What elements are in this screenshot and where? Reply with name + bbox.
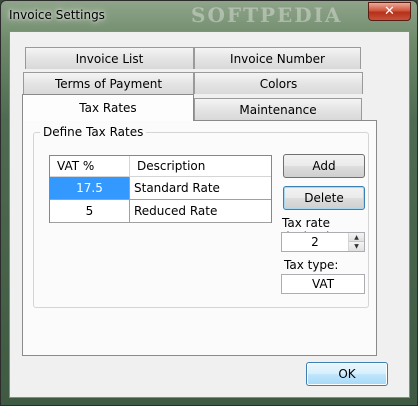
title-bar[interactable]: Invoice Settings SOFTPEDIA ✕ — [1, 1, 417, 31]
add-button-label: Add — [312, 159, 336, 173]
tab-maintenance[interactable]: Maintenance — [194, 98, 362, 120]
table-row[interactable]: 17.5 Standard Rate — [50, 177, 271, 200]
tab-label: Terms of Payment — [54, 77, 163, 91]
table-row[interactable]: 5 Reduced Rate — [50, 200, 271, 223]
column-header-description[interactable]: Description — [130, 156, 271, 177]
tab-label: Colors — [259, 77, 298, 91]
tab-colors[interactable]: Colors — [194, 72, 363, 94]
close-icon: ✕ — [384, 4, 395, 19]
vat-cell[interactable]: 17.5 — [50, 177, 130, 199]
table-header: VAT % Description — [50, 156, 271, 177]
add-button[interactable]: Add — [283, 154, 365, 178]
ok-button[interactable]: OK — [306, 362, 388, 386]
description-cell[interactable]: Standard Rate — [134, 177, 270, 199]
tax-rate-decimals-spinner[interactable]: 2 ▲ ▼ — [281, 232, 365, 252]
spinner-buttons: ▲ ▼ — [348, 233, 364, 251]
delete-button-label: Delete — [304, 191, 344, 205]
tab-invoice-number[interactable]: Invoice Number — [194, 47, 361, 69]
column-header-vat[interactable]: VAT % — [50, 156, 130, 177]
define-tax-rates-group: Define Tax Rates VAT % Description 17.5 … — [33, 125, 369, 308]
ok-button-label: OK — [338, 367, 356, 381]
invoice-settings-window: Invoice Settings SOFTPEDIA ✕ Invoice Lis… — [0, 0, 418, 406]
watermark: SOFTPEDIA — [191, 3, 343, 27]
tab-invoice-list[interactable]: Invoice List — [25, 47, 194, 69]
tax-rates-panel: Define Tax Rates VAT % Description 17.5 … — [22, 120, 377, 356]
dialog-client-area: Invoice List Invoice Number Terms of Pay… — [9, 31, 410, 398]
vat-cell[interactable]: 5 — [50, 200, 130, 222]
tax-rates-table[interactable]: VAT % Description 17.5 Standard Rate 5 R… — [49, 155, 272, 223]
tab-label: Tax Rates — [79, 101, 137, 115]
tab-label: Invoice Number — [230, 52, 325, 66]
description-cell[interactable]: Reduced Rate — [134, 200, 270, 222]
tax-rate-decimals-value[interactable]: 2 — [282, 233, 348, 251]
close-button[interactable]: ✕ — [368, 2, 411, 21]
spin-up-icon[interactable]: ▲ — [349, 233, 364, 242]
tab-label: Maintenance — [239, 103, 317, 117]
spin-down-icon[interactable]: ▼ — [349, 242, 364, 251]
tab-terms-of-payment[interactable]: Terms of Payment — [23, 72, 194, 94]
window-title: Invoice Settings — [9, 8, 105, 22]
delete-button[interactable]: Delete — [283, 186, 365, 210]
tab-label: Invoice List — [75, 52, 144, 66]
tab-tax-rates[interactable]: Tax Rates — [22, 94, 194, 121]
group-label: Define Tax Rates — [40, 125, 147, 139]
tax-type-field[interactable]: VAT — [281, 274, 365, 294]
tax-type-label: Tax type: — [284, 258, 339, 272]
